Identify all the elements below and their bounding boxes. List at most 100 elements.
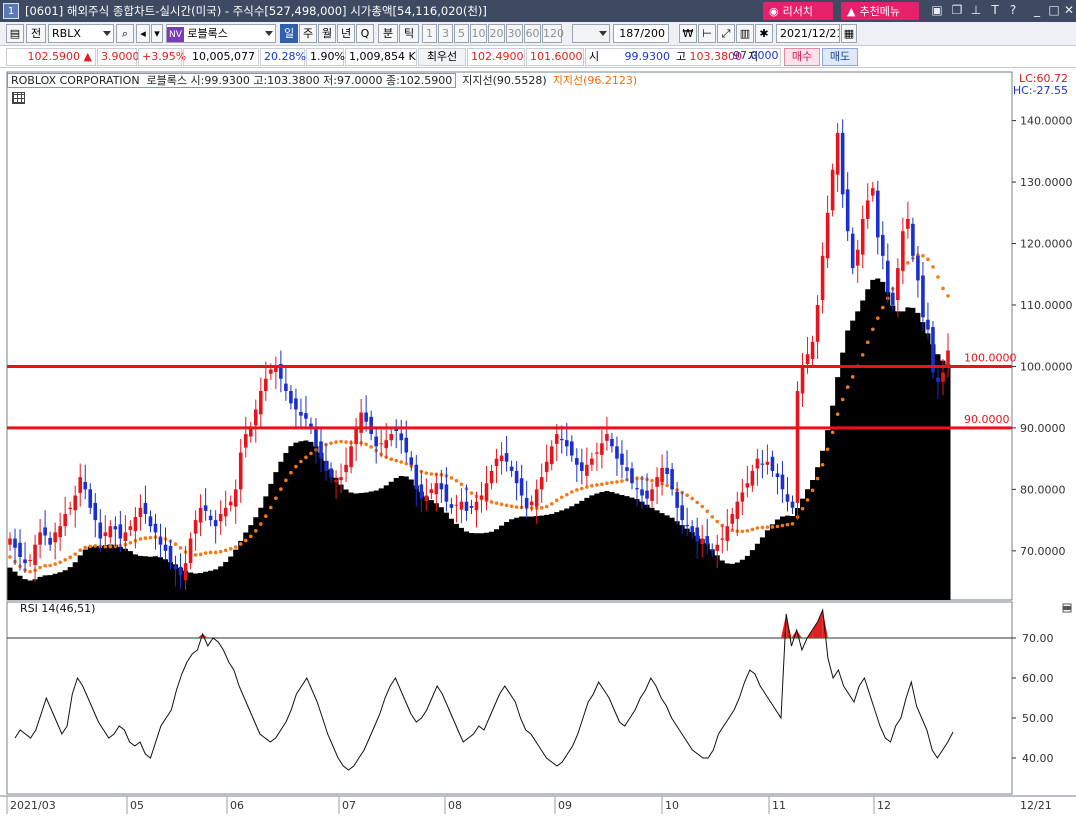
window-restore-icon[interactable]: ❐ <box>950 3 964 17</box>
candle-body <box>419 484 424 499</box>
search-icon[interactable]: ⌕ <box>116 24 134 43</box>
candle-body <box>549 446 554 465</box>
support-line-dot <box>399 460 404 464</box>
candle-body <box>665 467 669 474</box>
x-axis-label: 2021/03 <box>10 799 56 812</box>
period-button-월[interactable]: 월 <box>318 24 336 43</box>
candle-body <box>118 524 123 539</box>
date-field[interactable]: 2021/12/21 <box>776 24 840 43</box>
chevron-down-icon[interactable]: ▾ <box>151 24 163 43</box>
calendar-icon[interactable]: ▦ <box>841 24 857 43</box>
rsi-overbought-fill <box>812 622 818 638</box>
support-line-dot <box>198 552 203 557</box>
support-line-dot <box>334 440 338 444</box>
x-axis-label: 05 <box>130 799 144 812</box>
sell-button[interactable]: 매도 <box>822 48 858 66</box>
support-line-dot <box>830 430 835 435</box>
candle-body <box>850 233 855 269</box>
candle-body <box>534 489 539 507</box>
candle-body <box>615 446 619 459</box>
count-field[interactable]: 187/200 <box>613 24 669 43</box>
support-line-2-label: 지지선(96.2123) <box>552 74 638 87</box>
interval-button-60[interactable]: 60 <box>524 24 541 43</box>
support-line-dot <box>850 375 855 379</box>
support-line-dot <box>620 479 624 483</box>
candle-body <box>740 492 745 502</box>
tick-button[interactable]: 틱 <box>399 24 419 43</box>
interval-button-5[interactable]: 5 <box>454 24 469 43</box>
maximize-icon[interactable]: □ <box>1047 3 1061 17</box>
candle-body <box>8 538 12 545</box>
support-line-dot <box>650 478 654 483</box>
save-icon[interactable]: ▥ <box>736 24 754 43</box>
market-selector[interactable]: 전 <box>26 24 46 43</box>
gear-icon[interactable]: ✱ <box>755 24 773 43</box>
candle-body <box>655 477 659 487</box>
interval-button-30[interactable]: 30 <box>506 24 523 43</box>
support-line-dot <box>539 506 544 510</box>
candle-body <box>344 464 348 473</box>
interval-dropdown[interactable] <box>572 24 610 43</box>
speaker-icon[interactable]: ◂ <box>136 24 150 43</box>
candle-body <box>439 483 444 490</box>
currency-icon[interactable]: ₩ <box>679 24 697 43</box>
layout-icon[interactable]: ▤ <box>6 24 24 43</box>
candle-body <box>414 464 419 490</box>
interval-button-10[interactable]: 10 <box>470 24 487 43</box>
candle-body <box>504 453 509 462</box>
candle-body <box>750 470 755 486</box>
window-number[interactable]: 1 <box>3 3 19 19</box>
interval-button-1[interactable]: 1 <box>422 24 437 43</box>
candle-body <box>379 443 383 445</box>
symbol-input[interactable]: RBLX <box>48 24 114 43</box>
chevron-down-icon[interactable] <box>103 31 111 36</box>
interval-button-120[interactable]: 120 <box>542 24 564 43</box>
support-line-dot <box>138 537 143 541</box>
chart-panel[interactable]: 70.0000 80.0000 90.0000 100.0000 110.0000 120… <box>0 68 1076 818</box>
stock-name-field[interactable]: NV 로블록스 <box>166 24 276 43</box>
count-total: /200 <box>640 27 665 40</box>
help-icon[interactable]: ? <box>1006 3 1020 17</box>
candle-body <box>198 507 203 523</box>
candle-body <box>830 169 835 211</box>
candle-body <box>113 526 118 530</box>
grid-icon[interactable] <box>12 92 25 104</box>
research-button[interactable]: ◉ 리서치 <box>763 2 833 20</box>
text-icon[interactable]: T <box>988 3 1002 17</box>
rsi-panel-toggle-fill <box>1063 606 1071 610</box>
candle-body <box>705 536 710 545</box>
period-button-일[interactable]: 일 <box>280 24 298 43</box>
period-button-년[interactable]: 년 <box>337 24 355 43</box>
candle-body <box>299 411 303 416</box>
support-line-dot <box>329 441 333 445</box>
interval-button-3[interactable]: 3 <box>438 24 453 43</box>
close-icon[interactable]: ✕ <box>1062 3 1076 17</box>
interval-button-20[interactable]: 20 <box>488 24 505 43</box>
candle-body <box>610 438 614 447</box>
pin-icon[interactable]: ⊥ <box>969 3 983 17</box>
candle-body <box>88 489 93 508</box>
price-chart[interactable]: 70.000080.000090.0000100.0000110.0000120… <box>0 68 1076 818</box>
support-line-dot <box>780 523 785 528</box>
period-button-주[interactable]: 주 <box>299 24 317 43</box>
support-line-dot <box>304 455 308 460</box>
support-line-dot <box>715 519 720 524</box>
candle-body <box>810 341 815 360</box>
recommend-menu-button[interactable]: ▲ 추천메뉴 <box>841 2 919 20</box>
compare-icon[interactable]: ⤢ <box>717 24 735 43</box>
buy-button[interactable]: 매수 <box>784 48 820 66</box>
candle-body <box>650 489 654 502</box>
candle-body <box>800 366 805 394</box>
chevron-down-icon[interactable] <box>265 31 273 36</box>
minute-button[interactable]: 분 <box>378 24 398 43</box>
price-tick-label: 90.0000 <box>1020 422 1066 435</box>
support-line-dot <box>499 502 504 507</box>
window-tile-icon[interactable]: ▣ <box>930 3 944 17</box>
minimize-icon[interactable]: _ <box>1030 3 1044 17</box>
period-button-Q[interactable]: Q <box>356 24 374 43</box>
scroll-icon[interactable]: ⊢ <box>698 24 716 43</box>
candle-body <box>294 398 298 410</box>
support-line-dot <box>429 472 434 476</box>
candle-body <box>860 218 865 255</box>
candle-body <box>13 538 17 548</box>
